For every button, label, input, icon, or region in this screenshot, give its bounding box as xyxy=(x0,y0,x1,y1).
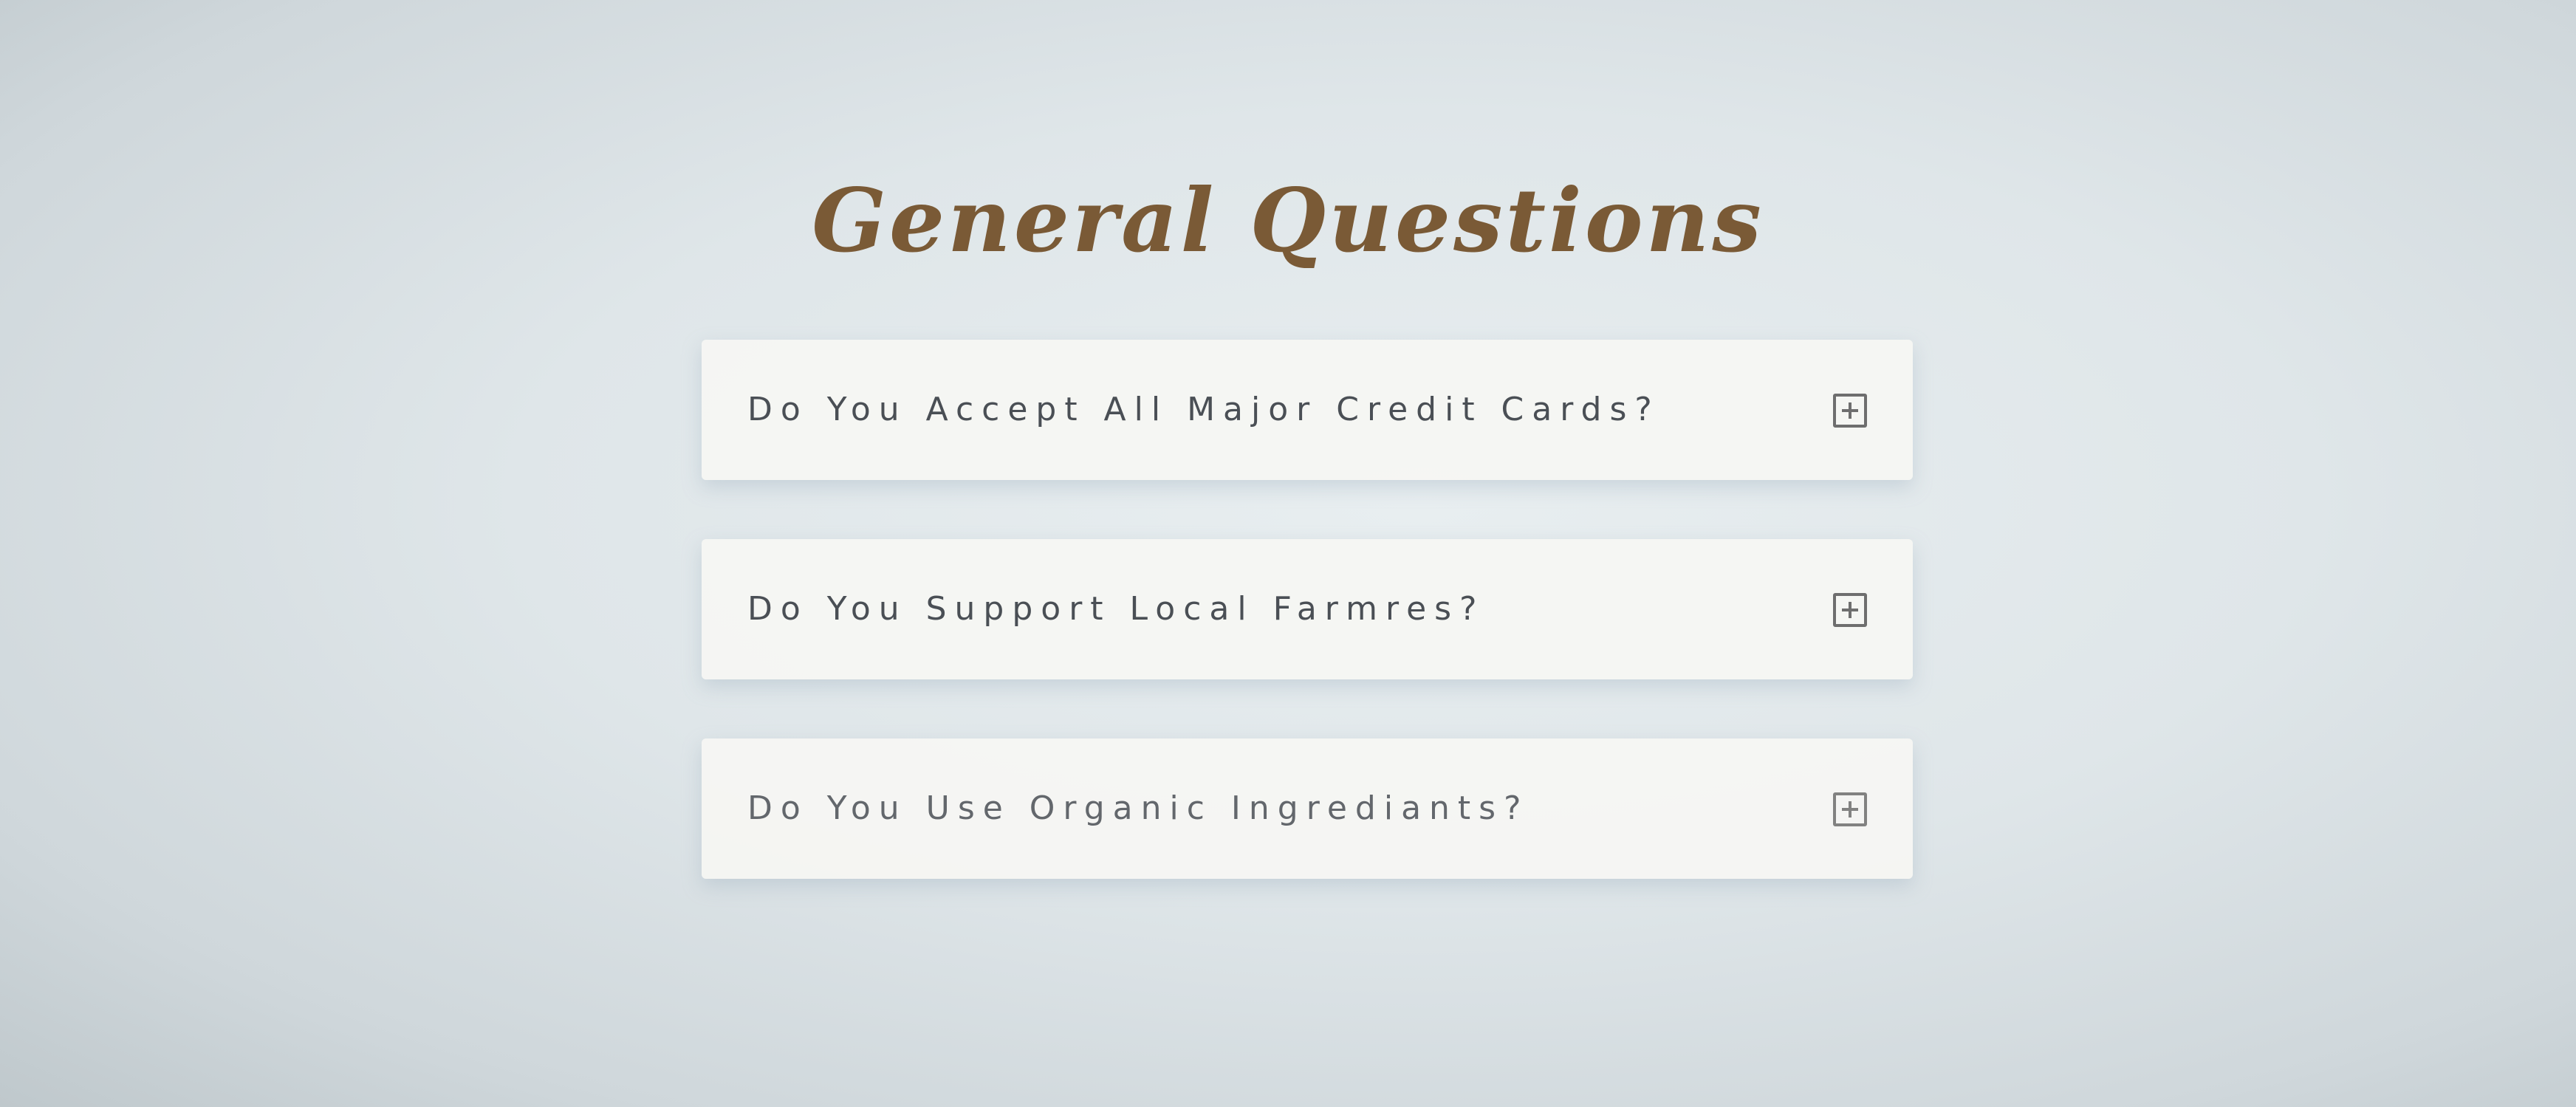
faq-item-credit-cards[interactable]: Do You Accept All Major Credit Cards? xyxy=(702,340,1913,480)
plus-square-icon[interactable] xyxy=(1833,792,1867,826)
faq-question[interactable]: Do You Support Local Farmres? xyxy=(747,539,1484,679)
faq-question[interactable]: Do You Accept All Major Credit Cards? xyxy=(747,340,1660,480)
faq-item-local-farmers[interactable]: Do You Support Local Farmres? xyxy=(702,539,1913,679)
plus-square-icon[interactable] xyxy=(1833,593,1867,627)
plus-square-icon[interactable] xyxy=(1833,394,1867,428)
page-title: General Questions xyxy=(812,169,1764,273)
faq-question[interactable]: Do You Use Organic Ingrediants? xyxy=(747,738,1529,879)
faq-item-organic-ingredients[interactable]: Do You Use Organic Ingrediants? xyxy=(702,738,1913,879)
faq-list: Do You Accept All Major Credit Cards? Do… xyxy=(702,340,1913,938)
